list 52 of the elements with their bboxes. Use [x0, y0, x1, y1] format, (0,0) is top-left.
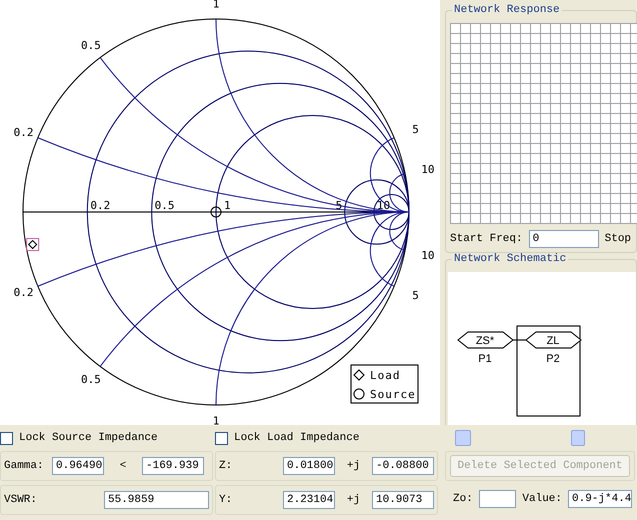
field-label: Y: — [219, 494, 234, 506]
checkbox[interactable] — [0, 432, 13, 444]
scale-label: 5 — [412, 289, 419, 302]
scale-label: 5 — [412, 122, 419, 136]
z-imaginary-field[interactable]: -0.08800 — [372, 457, 434, 475]
port-block: ZL — [525, 332, 582, 348]
start-freq-field[interactable]: 0 — [528, 230, 599, 248]
scale-label: 0.2 — [90, 199, 110, 212]
zo-field[interactable] — [478, 490, 516, 508]
gamma-magnitude-field[interactable]: 0.96490 — [52, 457, 104, 475]
scale-label: 10 — [421, 248, 434, 262]
gamma-angle-field[interactable]: -169.939 — [142, 457, 204, 475]
imaginary-unit: +j — [346, 460, 362, 472]
scale-label: 0.2 — [14, 286, 34, 300]
vswr-field[interactable]: 55.9859 — [104, 491, 209, 509]
z-real-field[interactable]: 0.01800 — [283, 457, 335, 475]
scale-label: 1 — [212, 414, 220, 425]
scroll-left-button[interactable] — [455, 430, 471, 446]
scroll-thumb[interactable] — [571, 430, 585, 446]
field-label: Value: — [522, 493, 562, 505]
y-real-field[interactable]: 2.23104 — [283, 491, 335, 509]
scale-label: 0.5 — [154, 199, 175, 212]
angle-symbol: < — [118, 460, 128, 472]
field-label: Z: — [219, 460, 234, 472]
field-label: Start Freq: — [450, 233, 523, 245]
diamond-icon — [353, 369, 365, 381]
port-label: P2 — [546, 353, 560, 365]
legend-label: Load — [370, 369, 400, 382]
scale-label: 1 — [224, 199, 231, 212]
circle-icon — [354, 388, 364, 400]
legend-box — [350, 364, 418, 404]
source-marker — [210, 206, 222, 218]
port-block: ZS* — [457, 332, 514, 348]
field-label: Zo: — [453, 493, 473, 505]
field-label: VSWR: — [4, 494, 38, 506]
field-label: Stop — [604, 233, 632, 245]
value-field[interactable]: 0.9-j*4.4 — [568, 490, 632, 508]
y-imaginary-field[interactable]: 10.9073 — [372, 491, 434, 509]
checkbox-label: Lock Source Impedance — [19, 432, 158, 444]
field-label: Gamma: — [4, 460, 45, 472]
checkbox-label: Lock Load Impedance — [234, 432, 360, 444]
scale-label: 0.5 — [81, 39, 101, 52]
scale-label: 0.5 — [81, 372, 101, 386]
port-label: P1 — [478, 353, 492, 365]
scale-label: 0.2 — [14, 126, 34, 139]
imaginary-unit: +j — [346, 494, 362, 506]
checkbox[interactable] — [215, 432, 228, 444]
legend-label: Source — [370, 388, 416, 401]
scale-label: 10 — [376, 199, 390, 212]
load-marker — [26, 238, 40, 252]
group-title: Network Response — [452, 4, 562, 16]
scale-label: 10 — [421, 163, 434, 176]
